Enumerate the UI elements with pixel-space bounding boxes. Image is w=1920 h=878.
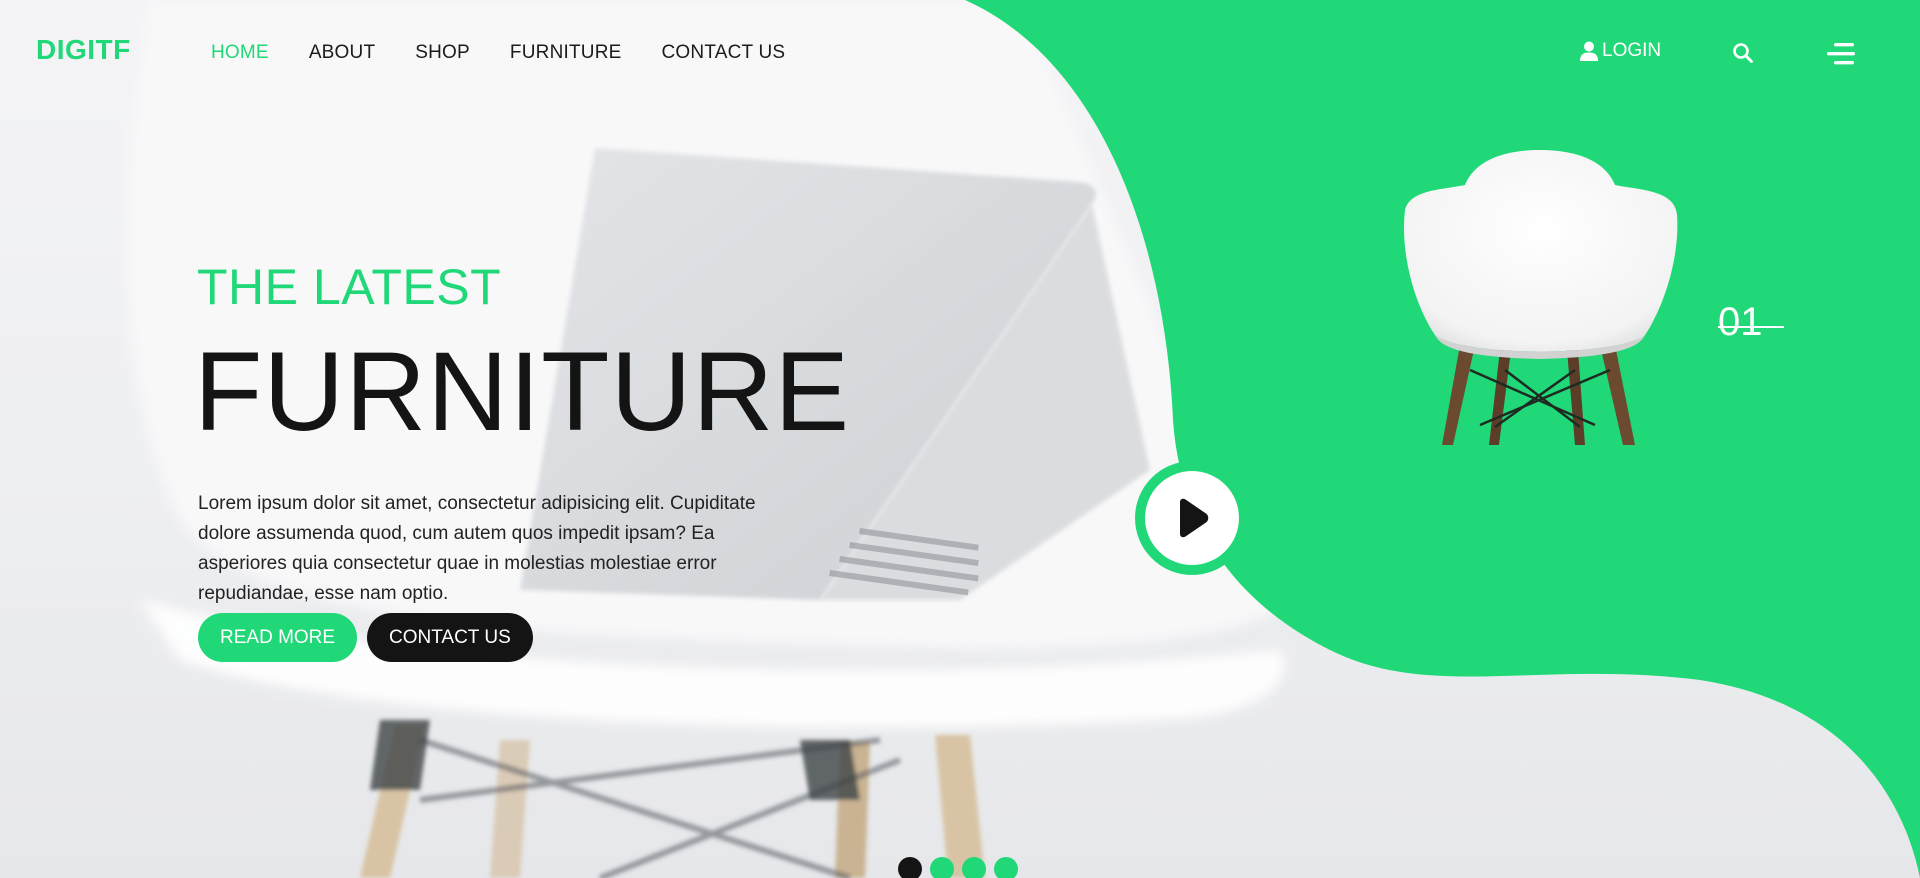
nav-link-home[interactable]: HOME bbox=[211, 42, 269, 64]
product-chair-image bbox=[1404, 150, 1678, 445]
hero-headline: FURNITURE bbox=[194, 329, 851, 454]
login-label: LOGIN bbox=[1602, 40, 1662, 61]
hero-page: DIGITF HOME ABOUT SHOP FURNITURE CONTACT… bbox=[0, 0, 1920, 878]
nav-link-furniture[interactable]: FURNITURE bbox=[510, 42, 622, 64]
slider-dot-1[interactable] bbox=[898, 857, 922, 878]
hero-kicker: THE LATEST bbox=[197, 259, 502, 315]
play-icon bbox=[1180, 498, 1209, 538]
nav-link-contact-us[interactable]: CONTACT US bbox=[662, 42, 786, 64]
play-video-button[interactable] bbox=[1135, 461, 1249, 575]
menu-icon bbox=[1827, 43, 1855, 65]
play-button-inner bbox=[1145, 471, 1239, 565]
slider-dot-3[interactable] bbox=[962, 857, 986, 878]
slide-number-strike bbox=[1718, 326, 1784, 328]
read-more-button[interactable]: READ MORE bbox=[198, 613, 358, 662]
slide-number: 01 bbox=[1718, 300, 1763, 344]
brand-logo[interactable]: DIGITF bbox=[36, 34, 131, 66]
hero-description: Lorem ipsum dolor sit amet, consectetur … bbox=[198, 493, 756, 604]
menu-button[interactable] bbox=[1826, 42, 1856, 71]
slider-dot-2[interactable] bbox=[930, 857, 954, 878]
search-button[interactable] bbox=[1732, 42, 1754, 69]
slider-dot-4[interactable] bbox=[994, 857, 1018, 878]
nav-link-shop[interactable]: SHOP bbox=[415, 42, 470, 64]
user-icon bbox=[1580, 41, 1598, 61]
contact-us-button[interactable]: CONTACT US bbox=[367, 613, 533, 662]
search-icon bbox=[1733, 43, 1753, 63]
main-nav: HOME ABOUT SHOP FURNITURE CONTACT US bbox=[211, 42, 825, 64]
slider-pagination bbox=[898, 857, 1026, 878]
nav-link-about[interactable]: ABOUT bbox=[309, 42, 375, 64]
login-link[interactable]: LOGIN bbox=[1580, 40, 1661, 62]
